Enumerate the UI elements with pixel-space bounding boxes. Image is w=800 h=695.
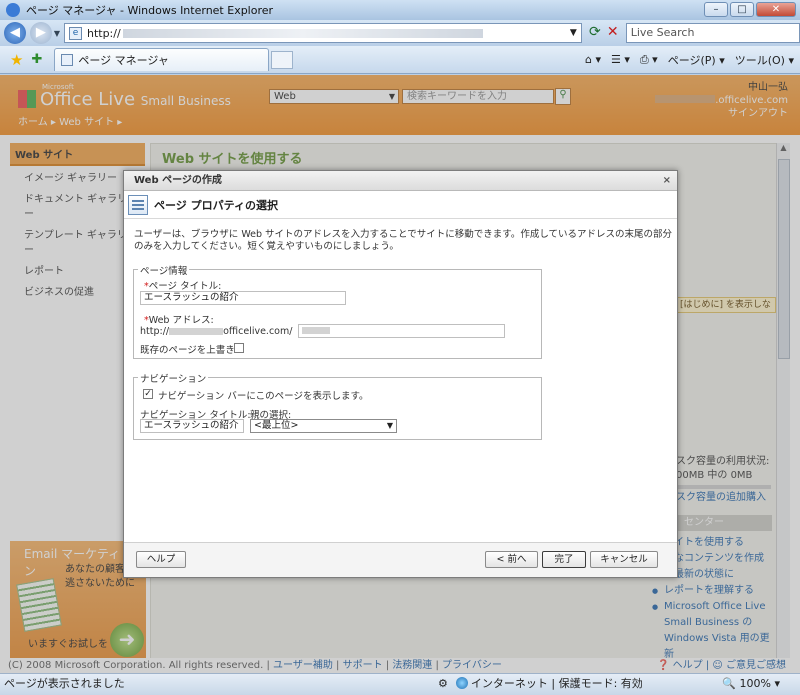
- navigation-group: ナビゲーション ✓ ナビゲーション バーにこのページを表示します。 ナビゲーショ…: [133, 371, 542, 440]
- minimize-button[interactable]: –: [704, 2, 728, 17]
- address-toolbar: ◀ ▶ ▼ e http:// ▼ ⟳ ✕ Live Search ⚲: [0, 20, 800, 46]
- web-address-label: *Web アドレス:: [144, 315, 214, 326]
- chevron-down-icon: ▼: [386, 421, 393, 430]
- status-text: ページが表示されました: [4, 677, 125, 690]
- stop-icon[interactable]: ✕: [604, 24, 622, 42]
- dialog-description: ユーザーは、ブラウザに Web サイトのアドレスを入力することでサイトに移動でき…: [134, 229, 673, 252]
- show-in-nav-label: ナビゲーション バーにこのページを表示します。: [158, 391, 369, 402]
- favorites-star-icon[interactable]: ★: [10, 51, 23, 69]
- help-button[interactable]: ヘルプ: [136, 551, 186, 568]
- page-info-legend: ページ情報: [138, 263, 190, 277]
- maximize-button[interactable]: □: [730, 2, 754, 17]
- new-tab-button[interactable]: [271, 50, 294, 69]
- dialog-footer: ヘルプ < 前へ 完了 キャンセル: [124, 542, 677, 577]
- zoom-level[interactable]: 🔍 100% ▾: [722, 674, 780, 694]
- overwrite-label: 既存のページを上書き:: [140, 345, 239, 356]
- history-dropdown-icon[interactable]: ▼: [54, 29, 60, 38]
- address-redacted: [122, 28, 483, 38]
- dialog-close-icon[interactable]: ×: [663, 171, 671, 191]
- feeds-icon[interactable]: ☰ ▾: [611, 53, 630, 66]
- dialog-step-title: ページ プロパティの選択: [154, 198, 278, 212]
- create-web-page-dialog: Web ページの作成 × ページ プロパティの選択 ユーザーは、ブラウザに We…: [123, 170, 678, 578]
- tools-menu[interactable]: ツール(O) ▾: [735, 52, 794, 68]
- cancel-button[interactable]: キャンセル: [590, 551, 658, 568]
- back-step-button[interactable]: < 前へ: [485, 551, 538, 568]
- back-button[interactable]: ◀: [4, 22, 26, 44]
- address-dropdown-icon[interactable]: ▼: [570, 28, 577, 38]
- show-in-nav-checkbox[interactable]: ✓: [143, 389, 153, 399]
- address-prefix: http://: [86, 26, 121, 40]
- forward-button[interactable]: ▶: [29, 22, 52, 44]
- dialog-step-header: ページ プロパティの選択: [124, 191, 677, 219]
- page-properties-icon: [128, 194, 148, 215]
- print-icon[interactable]: ⎙ ▾: [640, 53, 658, 67]
- ie-icon: [6, 3, 20, 17]
- dialog-title: Web ページの作成: [134, 175, 222, 186]
- tab-page-icon: [61, 54, 74, 66]
- dialog-titlebar: Web ページの作成 ×: [124, 171, 677, 191]
- finish-button[interactable]: 完了: [542, 551, 586, 568]
- status-bar: ページが表示されました ⚙ インターネット | 保護モード: 有効 🔍 100%…: [0, 673, 800, 695]
- globe-icon: [455, 677, 468, 689]
- live-search-input[interactable]: Live Search ⚲: [625, 23, 800, 43]
- zone-status: インターネット | 保護モード: 有効: [455, 674, 643, 694]
- window-title: ページ マネージャ - Windows Internet Explorer: [26, 4, 274, 17]
- tab-page-manager[interactable]: ページ マネージャ: [54, 48, 270, 71]
- web-address-input[interactable]: [298, 324, 505, 338]
- page-title-label: *ページ タイトル:: [144, 281, 222, 292]
- address-input[interactable]: e http:// ▼: [63, 23, 582, 43]
- nav-title-input[interactable]: エースラッシュの紹介: [140, 419, 244, 433]
- page-menu[interactable]: ページ(P) ▾: [668, 52, 725, 68]
- add-favorites-icon[interactable]: ✚: [31, 52, 42, 67]
- navigation-legend: ナビゲーション: [138, 371, 209, 385]
- page-icon: e: [68, 26, 82, 40]
- parent-select[interactable]: <最上位> ▼: [250, 419, 397, 433]
- refresh-icon[interactable]: ⟳: [586, 24, 604, 42]
- security-icon[interactable]: ⚙: [438, 674, 448, 694]
- close-window-button[interactable]: ✕: [756, 2, 796, 17]
- page-title-input[interactable]: エースラッシュの紹介: [140, 291, 346, 305]
- window-titlebar: ページ マネージャ - Windows Internet Explorer – …: [0, 0, 800, 20]
- web-address-prefix: http://officelive.com/: [140, 326, 293, 337]
- zoom-icon: 🔍: [722, 677, 737, 690]
- home-icon[interactable]: ⌂ ▾: [585, 53, 601, 66]
- tab-bar: ★ ✚ ページ マネージャ ⌂ ▾ ☰ ▾ ⎙ ▾ ページ(P) ▾ ツール(O…: [0, 46, 800, 74]
- overwrite-checkbox[interactable]: [234, 343, 244, 353]
- page-info-group: ページ情報 *ページ タイトル: エースラッシュの紹介 *Web アドレス: h…: [133, 263, 542, 359]
